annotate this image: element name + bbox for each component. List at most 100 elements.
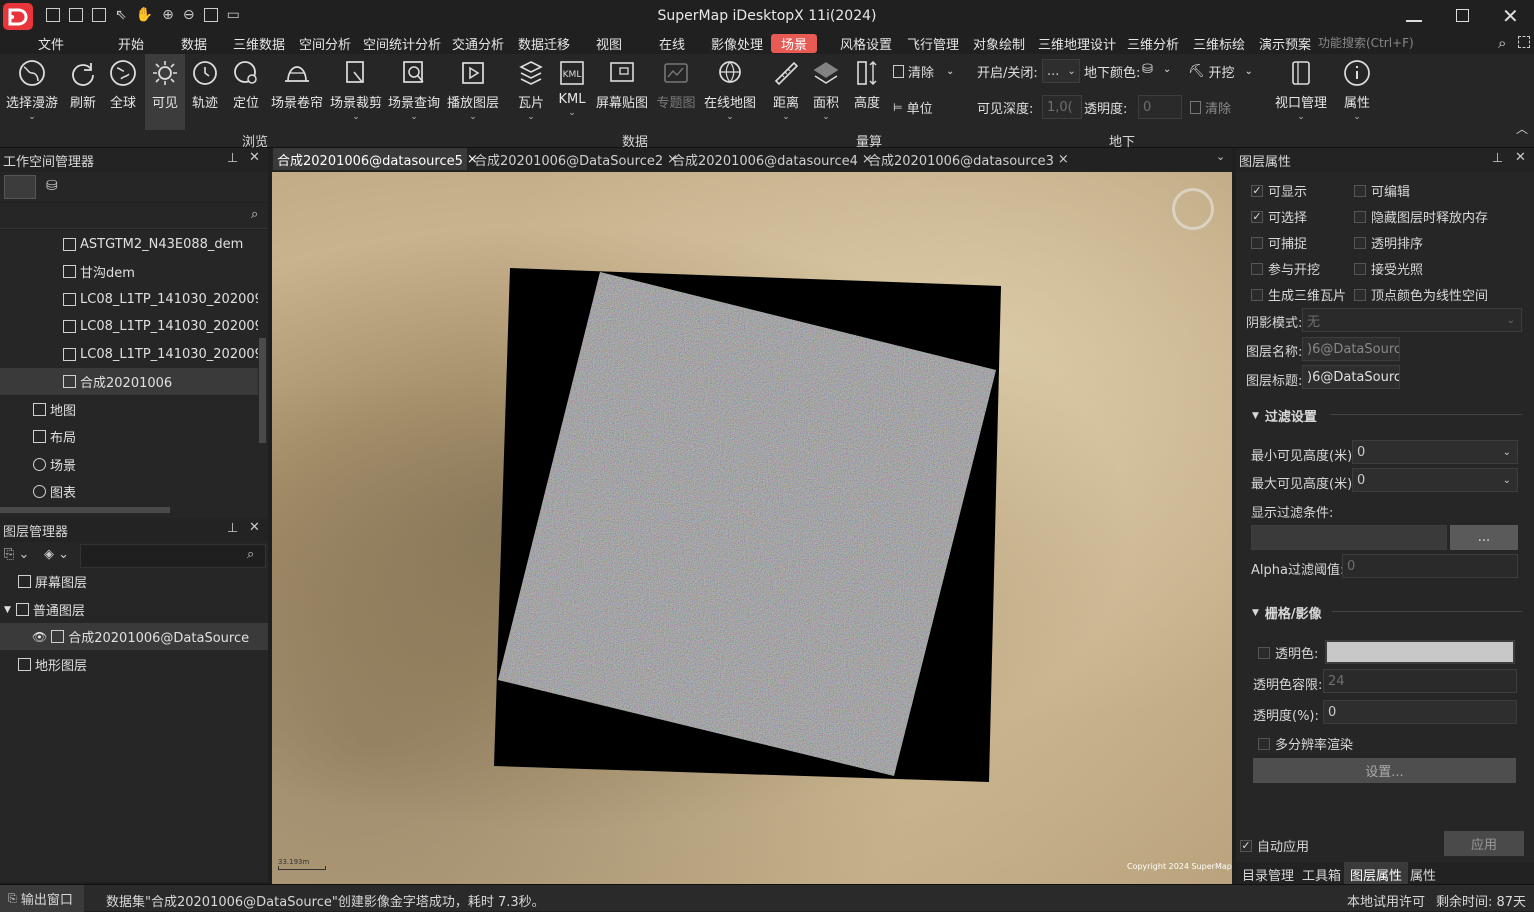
- apply-button[interactable]: 应用: [1444, 831, 1524, 856]
- alpha-threshold-input[interactable]: 0: [1342, 554, 1518, 578]
- expand-arrow-icon[interactable]: ▼: [4, 605, 11, 615]
- layer-item-normal[interactable]: ▼ 普通图层: [0, 596, 268, 623]
- multi-resolution-checkbox[interactable]: 多分辨率渲染: [1258, 734, 1353, 753]
- tree-item-dem[interactable]: ASTGTM2_N43E088_dem: [0, 231, 258, 258]
- shadow-mode-select[interactable]: 无 ⌄: [1302, 308, 1522, 332]
- min-height-select[interactable]: 0 ⌄: [1352, 440, 1518, 464]
- close-panel-icon[interactable]: ✕: [249, 520, 260, 535]
- layer-style-icon[interactable]: ◈ ⌄: [44, 547, 69, 562]
- tab-toolbox[interactable]: 工具箱: [1302, 865, 1341, 884]
- properties-button[interactable]: 属性 ⌄: [1340, 54, 1374, 130]
- thematic-map-button[interactable]: 专题图: [655, 54, 697, 130]
- release-memory-checkbox[interactable]: 隐藏图层时释放内存: [1354, 207, 1488, 226]
- transparent-color-checkbox[interactable]: 透明色:: [1258, 643, 1318, 662]
- scene-query-button[interactable]: 场景查询 ⌄: [388, 54, 440, 130]
- tree-item-scenes[interactable]: 场景: [0, 451, 258, 478]
- measure-height-button[interactable]: 高度: [850, 54, 884, 130]
- viewport-manager-button[interactable]: 视口管理 ⌄: [1272, 54, 1330, 130]
- transparent-sort-checkbox[interactable]: 透明排序: [1354, 233, 1423, 252]
- layer-name-input[interactable]: )6@DataSource: [1302, 337, 1400, 361]
- online-map-button[interactable]: 在线地图 ⌄: [703, 54, 757, 130]
- excavate-button[interactable]: ⛏ 开挖 ⌄: [1188, 62, 1253, 81]
- tab-datasource3[interactable]: 合成20201006@datasource3 ×: [864, 148, 1069, 170]
- menu-spatial-analysis[interactable]: 空间分析: [299, 34, 351, 53]
- scene-clip-button[interactable]: 场景裁剪 ⌄: [330, 54, 382, 130]
- menu-3d-data[interactable]: 三维数据: [233, 34, 285, 53]
- eye-visible-icon[interactable]: 👁: [32, 630, 47, 644]
- pin-icon[interactable]: ⊥: [1492, 151, 1503, 166]
- menu-view[interactable]: 视图: [596, 34, 622, 53]
- menu-data[interactable]: 数据: [181, 34, 207, 53]
- max-height-select[interactable]: 0 ⌄: [1352, 468, 1518, 492]
- trajectory-button[interactable]: 轨迹: [188, 54, 222, 130]
- layer-item-composite[interactable]: 👁 合成20201006@DataSource: [0, 623, 268, 650]
- tree-horizontal-scrollbar[interactable]: [0, 507, 170, 513]
- add-layer-icon[interactable]: ⎘ ⌄: [4, 547, 29, 562]
- close-panel-icon[interactable]: ✕: [1515, 150, 1526, 165]
- generate-tiles-checkbox[interactable]: 生成三维瓦片: [1251, 285, 1346, 304]
- tree-item-lc08-1[interactable]: LC08_L1TP_141030_20200918: [0, 286, 258, 313]
- close-window-button[interactable]: ✕: [1502, 4, 1519, 28]
- visible-button[interactable]: 可见: [145, 54, 185, 130]
- vertex-linear-checkbox[interactable]: 顶点颜色为线性空间: [1354, 285, 1488, 304]
- globe-button[interactable]: 全球: [106, 54, 140, 130]
- menu-imagery[interactable]: 影像处理: [711, 34, 763, 53]
- menu-3d-plot[interactable]: 三维标绘: [1193, 34, 1245, 53]
- fullscreen-icon[interactable]: [1518, 36, 1530, 48]
- measure-unit-button[interactable]: ⊨ 单位: [893, 98, 933, 117]
- tab-attributes[interactable]: 属性: [1410, 865, 1436, 884]
- tree-item-lc08-2[interactable]: LC08_L1TP_141030_20200918: [0, 313, 258, 340]
- pin-icon[interactable]: ⊥: [227, 151, 238, 166]
- underground-toggle-select[interactable]: ... ⌄: [1042, 59, 1080, 83]
- tab-catalog[interactable]: 目录管理: [1242, 865, 1294, 884]
- tile-button[interactable]: 瓦片 ⌄: [515, 54, 547, 130]
- datasource-icon[interactable]: ⛁: [46, 178, 58, 194]
- layer-search-input[interactable]: [80, 544, 266, 568]
- tab-datasource2[interactable]: 合成20201006@DataSource2 ×: [470, 148, 678, 170]
- menu-migration[interactable]: 数据迁移: [518, 34, 570, 53]
- measure-distance-button[interactable]: 距离 ⌄: [770, 54, 802, 130]
- measure-area-button[interactable]: 面积 ⌄: [810, 54, 842, 130]
- search-icon[interactable]: ⌕: [251, 207, 258, 222]
- menu-start[interactable]: 开始: [118, 34, 144, 53]
- screen-texture-button[interactable]: 屏幕贴图: [595, 54, 649, 130]
- collapse-ribbon-icon[interactable]: ︿: [1516, 120, 1528, 137]
- menu-presentation[interactable]: 演示预案: [1259, 34, 1311, 53]
- filter-condition-input[interactable]: [1251, 525, 1447, 550]
- select-roam-button[interactable]: 选择漫游 ⌄: [4, 54, 60, 130]
- raster-settings-button[interactable]: 设置...: [1253, 758, 1516, 783]
- function-search-input[interactable]: 功能搜索(Ctrl+F): [1318, 34, 1414, 51]
- close-tab-icon[interactable]: ×: [1058, 152, 1069, 167]
- menu-online[interactable]: 在线: [659, 34, 685, 53]
- auto-apply-checkbox[interactable]: ✓ 自动应用: [1240, 836, 1309, 855]
- workspace-tree-icon[interactable]: [4, 175, 36, 199]
- visible-depth-input[interactable]: 1,0(: [1042, 95, 1082, 119]
- tree-vertical-scrollbar[interactable]: [259, 338, 266, 443]
- opacity-input[interactable]: 0: [1323, 700, 1517, 724]
- tree-item-layouts[interactable]: 布局: [0, 423, 258, 450]
- tab-datasource5[interactable]: 合成20201006@datasource5 ×: [273, 148, 478, 170]
- scene-view[interactable]: 33.193m Copyright 2024 SuperMap: [272, 172, 1232, 884]
- tree-item-maps[interactable]: 地图: [0, 396, 258, 423]
- minimize-button[interactable]: [1406, 20, 1422, 22]
- color-tolerance-input[interactable]: 24: [1323, 669, 1517, 693]
- visible-checkbox[interactable]: ✓ 可显示: [1251, 181, 1307, 200]
- scene-swipe-button[interactable]: 场景卷帘: [270, 54, 324, 130]
- menu-flight[interactable]: 飞行管理: [907, 34, 959, 53]
- workspace-search-input[interactable]: ⌕: [0, 203, 268, 229]
- menu-3d-design[interactable]: 三维地理设计: [1038, 34, 1116, 53]
- transparent-color-swatch[interactable]: [1325, 640, 1515, 664]
- menu-file[interactable]: 文件: [38, 34, 64, 53]
- filter-more-button[interactable]: ...: [1450, 525, 1518, 550]
- menu-style[interactable]: 风格设置: [840, 34, 892, 53]
- close-panel-icon[interactable]: ✕: [249, 150, 260, 165]
- tree-item-charts[interactable]: 图表: [0, 478, 258, 505]
- menu-draw[interactable]: 对象绘制: [973, 34, 1025, 53]
- layer-item-terrain[interactable]: 地形图层: [0, 651, 268, 678]
- search-icon[interactable]: ⌕: [247, 547, 254, 562]
- layer-caption-input[interactable]: )6@DataSource: [1302, 365, 1400, 389]
- editable-checkbox[interactable]: 可编辑: [1354, 181, 1410, 200]
- tree-item-gangou-dem[interactable]: 甘沟dem: [0, 258, 258, 285]
- output-window-button[interactable]: ⎘ 输出窗口: [0, 885, 84, 912]
- measure-clear-button[interactable]: 清除 ⌄: [893, 62, 954, 81]
